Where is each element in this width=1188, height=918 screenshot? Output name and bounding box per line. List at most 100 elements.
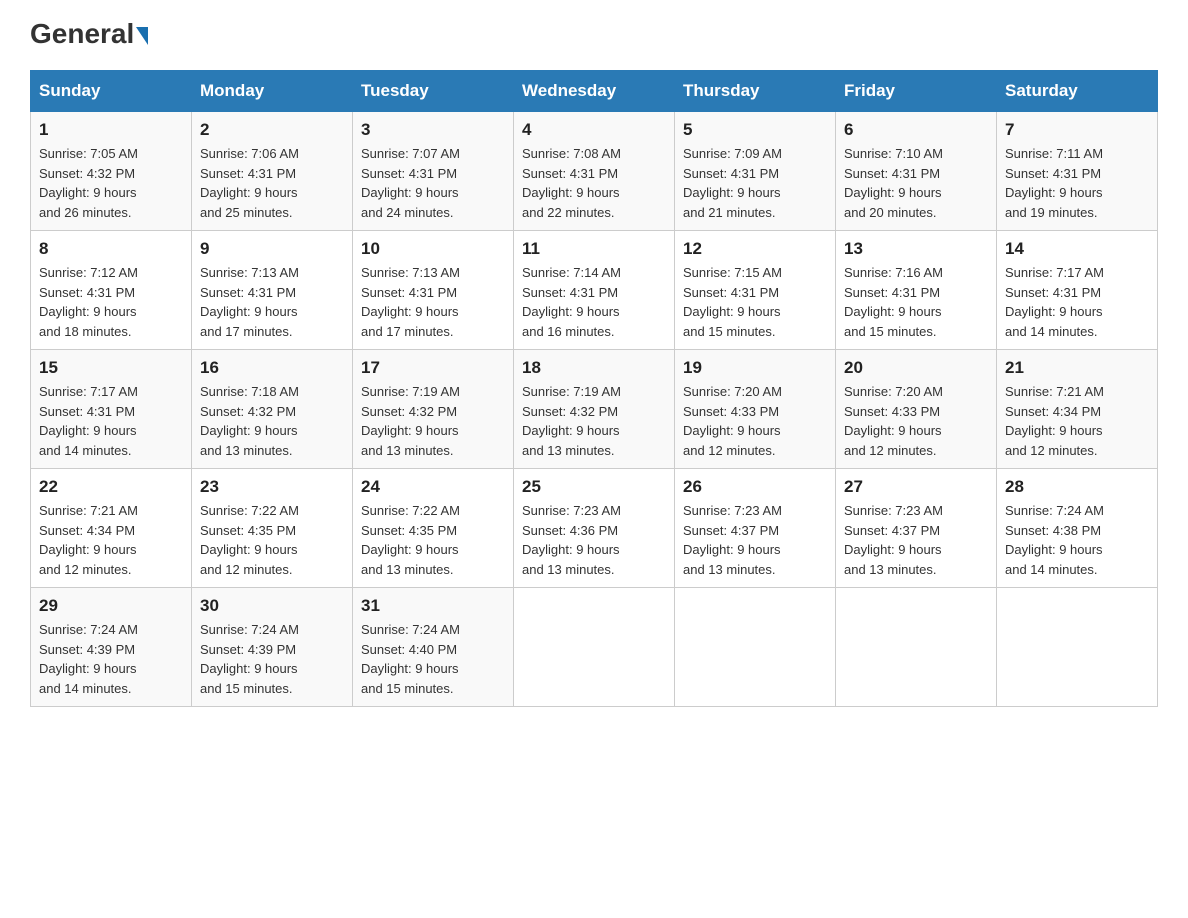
day-cell: 8 Sunrise: 7:12 AMSunset: 4:31 PMDaylight… <box>31 231 192 350</box>
day-number: 27 <box>844 477 988 497</box>
day-number: 20 <box>844 358 988 378</box>
day-number: 2 <box>200 120 344 140</box>
day-cell: 13Sunrise: 7:16 AMSunset: 4:31 PMDayligh… <box>836 231 997 350</box>
day-cell: 5 Sunrise: 7:09 AMSunset: 4:31 PMDaylight… <box>675 112 836 231</box>
day-cell: 11 Sunrise: 7:14 AMSunset: 4:31 PMDayligh… <box>514 231 675 350</box>
header-sunday: Sunday <box>31 71 192 112</box>
day-cell: 10 Sunrise: 7:13 AMSunset: 4:31 PMDayligh… <box>353 231 514 350</box>
calendar-header-row: SundayMondayTuesdayWednesdayThursdayFrid… <box>31 71 1158 112</box>
day-number: 18 <box>522 358 666 378</box>
calendar-table: SundayMondayTuesdayWednesdayThursdayFrid… <box>30 70 1158 707</box>
day-info: Sunrise: 7:13 AMSunset: 4:31 PMDaylight:… <box>200 263 344 341</box>
day-info: Sunrise: 7:16 AMSunset: 4:31 PMDaylight:… <box>844 263 988 341</box>
day-cell: 3 Sunrise: 7:07 AMSunset: 4:31 PMDaylight… <box>353 112 514 231</box>
header-thursday: Thursday <box>675 71 836 112</box>
day-cell: 19 Sunrise: 7:20 AMSunset: 4:33 PMDayligh… <box>675 350 836 469</box>
header-friday: Friday <box>836 71 997 112</box>
day-info: Sunrise: 7:23 AMSunset: 4:36 PMDaylight:… <box>522 501 666 579</box>
day-info: Sunrise: 7:10 AMSunset: 4:31 PMDaylight:… <box>844 144 988 222</box>
day-cell: 7 Sunrise: 7:11 AMSunset: 4:31 PMDaylight… <box>997 112 1158 231</box>
day-number: 30 <box>200 596 344 616</box>
logo: General <box>30 20 148 50</box>
day-info: Sunrise: 7:21 AMSunset: 4:34 PMDaylight:… <box>1005 382 1149 460</box>
day-number: 22 <box>39 477 183 497</box>
day-info: Sunrise: 7:24 AMSunset: 4:39 PMDaylight:… <box>39 620 183 698</box>
day-info: Sunrise: 7:17 AMSunset: 4:31 PMDaylight:… <box>1005 263 1149 341</box>
day-info: Sunrise: 7:14 AMSunset: 4:31 PMDaylight:… <box>522 263 666 341</box>
day-number: 26 <box>683 477 827 497</box>
day-info: Sunrise: 7:21 AMSunset: 4:34 PMDaylight:… <box>39 501 183 579</box>
day-number: 28 <box>1005 477 1149 497</box>
day-info: Sunrise: 7:19 AMSunset: 4:32 PMDaylight:… <box>522 382 666 460</box>
day-cell: 29 Sunrise: 7:24 AMSunset: 4:39 PMDayligh… <box>31 588 192 707</box>
day-cell <box>836 588 997 707</box>
day-number: 7 <box>1005 120 1149 140</box>
day-cell: 28 Sunrise: 7:24 AMSunset: 4:38 PMDayligh… <box>997 469 1158 588</box>
day-number: 9 <box>200 239 344 259</box>
day-info: Sunrise: 7:23 AMSunset: 4:37 PMDaylight:… <box>844 501 988 579</box>
day-cell: 24 Sunrise: 7:22 AMSunset: 4:35 PMDayligh… <box>353 469 514 588</box>
day-cell: 16Sunrise: 7:18 AMSunset: 4:32 PMDayligh… <box>192 350 353 469</box>
day-cell: 30 Sunrise: 7:24 AMSunset: 4:39 PMDayligh… <box>192 588 353 707</box>
header-wednesday: Wednesday <box>514 71 675 112</box>
day-info: Sunrise: 7:20 AMSunset: 4:33 PMDaylight:… <box>683 382 827 460</box>
day-number: 23 <box>200 477 344 497</box>
day-info: Sunrise: 7:09 AMSunset: 4:31 PMDaylight:… <box>683 144 827 222</box>
day-cell: 6 Sunrise: 7:10 AMSunset: 4:31 PMDaylight… <box>836 112 997 231</box>
day-info: Sunrise: 7:24 AMSunset: 4:38 PMDaylight:… <box>1005 501 1149 579</box>
day-cell: 18 Sunrise: 7:19 AMSunset: 4:32 PMDayligh… <box>514 350 675 469</box>
week-row-1: 1 Sunrise: 7:05 AMSunset: 4:32 PMDaylight… <box>31 112 1158 231</box>
header-monday: Monday <box>192 71 353 112</box>
day-number: 25 <box>522 477 666 497</box>
day-info: Sunrise: 7:05 AMSunset: 4:32 PMDaylight:… <box>39 144 183 222</box>
page-header: General <box>30 20 1158 50</box>
day-info: Sunrise: 7:18 AMSunset: 4:32 PMDaylight:… <box>200 382 344 460</box>
day-info: Sunrise: 7:06 AMSunset: 4:31 PMDaylight:… <box>200 144 344 222</box>
day-number: 21 <box>1005 358 1149 378</box>
day-cell: 22 Sunrise: 7:21 AMSunset: 4:34 PMDayligh… <box>31 469 192 588</box>
day-info: Sunrise: 7:07 AMSunset: 4:31 PMDaylight:… <box>361 144 505 222</box>
day-info: Sunrise: 7:17 AMSunset: 4:31 PMDaylight:… <box>39 382 183 460</box>
day-info: Sunrise: 7:23 AMSunset: 4:37 PMDaylight:… <box>683 501 827 579</box>
day-number: 14 <box>1005 239 1149 259</box>
day-info: Sunrise: 7:12 AMSunset: 4:31 PMDaylight:… <box>39 263 183 341</box>
day-number: 12 <box>683 239 827 259</box>
day-number: 15 <box>39 358 183 378</box>
day-cell: 15 Sunrise: 7:17 AMSunset: 4:31 PMDayligh… <box>31 350 192 469</box>
day-cell <box>514 588 675 707</box>
day-number: 29 <box>39 596 183 616</box>
day-number: 8 <box>39 239 183 259</box>
day-cell: 12Sunrise: 7:15 AMSunset: 4:31 PMDayligh… <box>675 231 836 350</box>
day-number: 1 <box>39 120 183 140</box>
day-info: Sunrise: 7:08 AMSunset: 4:31 PMDaylight:… <box>522 144 666 222</box>
day-number: 5 <box>683 120 827 140</box>
day-cell: 26 Sunrise: 7:23 AMSunset: 4:37 PMDayligh… <box>675 469 836 588</box>
day-number: 10 <box>361 239 505 259</box>
day-number: 17 <box>361 358 505 378</box>
day-cell: 9 Sunrise: 7:13 AMSunset: 4:31 PMDaylight… <box>192 231 353 350</box>
logo-line1: General <box>30 20 148 48</box>
day-cell: 2 Sunrise: 7:06 AMSunset: 4:31 PMDaylight… <box>192 112 353 231</box>
day-cell: 17 Sunrise: 7:19 AMSunset: 4:32 PMDayligh… <box>353 350 514 469</box>
day-number: 11 <box>522 239 666 259</box>
day-number: 4 <box>522 120 666 140</box>
day-number: 19 <box>683 358 827 378</box>
day-number: 24 <box>361 477 505 497</box>
day-cell <box>997 588 1158 707</box>
day-info: Sunrise: 7:22 AMSunset: 4:35 PMDaylight:… <box>361 501 505 579</box>
day-cell: 20 Sunrise: 7:20 AMSunset: 4:33 PMDayligh… <box>836 350 997 469</box>
day-number: 31 <box>361 596 505 616</box>
week-row-2: 8 Sunrise: 7:12 AMSunset: 4:31 PMDaylight… <box>31 231 1158 350</box>
day-info: Sunrise: 7:11 AMSunset: 4:31 PMDaylight:… <box>1005 144 1149 222</box>
day-number: 3 <box>361 120 505 140</box>
day-cell <box>675 588 836 707</box>
day-info: Sunrise: 7:20 AMSunset: 4:33 PMDaylight:… <box>844 382 988 460</box>
day-info: Sunrise: 7:19 AMSunset: 4:32 PMDaylight:… <box>361 382 505 460</box>
week-row-5: 29 Sunrise: 7:24 AMSunset: 4:39 PMDayligh… <box>31 588 1158 707</box>
day-info: Sunrise: 7:22 AMSunset: 4:35 PMDaylight:… <box>200 501 344 579</box>
day-number: 6 <box>844 120 988 140</box>
day-cell: 27 Sunrise: 7:23 AMSunset: 4:37 PMDayligh… <box>836 469 997 588</box>
day-info: Sunrise: 7:13 AMSunset: 4:31 PMDaylight:… <box>361 263 505 341</box>
calendar-body: 1 Sunrise: 7:05 AMSunset: 4:32 PMDaylight… <box>31 112 1158 707</box>
day-info: Sunrise: 7:24 AMSunset: 4:39 PMDaylight:… <box>200 620 344 698</box>
